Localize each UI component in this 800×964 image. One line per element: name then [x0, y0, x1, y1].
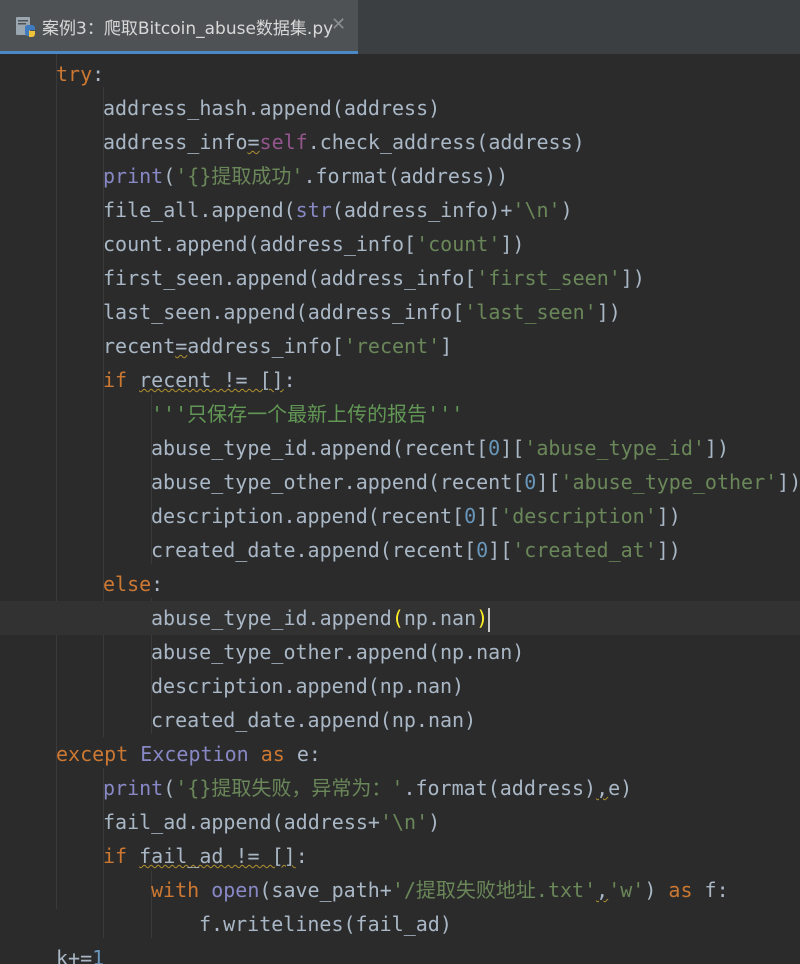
code-line: file_all.append(str(address_info)+'\n')	[103, 198, 573, 222]
code-line: f.writelines(fail_ad)	[199, 912, 452, 936]
code-line: else:	[103, 572, 164, 596]
code-line: print('{}提取失败，异常为：'.format(address),e)	[103, 776, 633, 800]
code-line: '''只保存一个最新上传的报告'''	[151, 397, 463, 431]
code-line: try:	[56, 62, 105, 86]
code-line: last_seen.append(address_info['last_seen…	[103, 300, 621, 324]
tab-title: 案例3：爬取Bitcoin_abuse数据集.py	[42, 19, 334, 39]
code-line: created_date.append(np.nan)	[151, 708, 477, 732]
code-line: count.append(address_info['count'])	[103, 232, 525, 256]
code-line: recent=address_info['recent']	[103, 334, 453, 358]
code-line: address_hash.append(address)	[103, 96, 441, 120]
code-editor[interactable]: try: address_hash.append(address) addres…	[0, 54, 800, 964]
code-line: abuse_type_id.append(recent[0]['abuse_ty…	[151, 436, 730, 460]
python-file-icon	[16, 17, 35, 37]
code-line: abuse_type_other.append(recent[0]['abuse…	[151, 470, 800, 494]
code-line: fail_ad.append(address+'\n')	[103, 810, 441, 834]
code-line: description.append(np.nan)	[151, 674, 465, 698]
text-cursor	[488, 607, 491, 632]
code-line: created_date.append(recent[0]['created_a…	[151, 538, 681, 562]
code-line: if recent != []:	[103, 368, 296, 392]
indent-guide	[56, 54, 57, 909]
editor-tab-active[interactable]: 案例3：爬取Bitcoin_abuse数据集.py ✕	[0, 0, 358, 54]
code-line: description.append(recent[0]['descriptio…	[151, 504, 681, 528]
lint-warning: =	[247, 130, 260, 154]
code-line: first_seen.append(address_info['first_se…	[103, 266, 645, 290]
lint-warning: fail_ad != []	[139, 844, 296, 868]
matched-brace: )	[476, 606, 489, 630]
code-line: with open(save_path+'/提取失败地址.txt','w') a…	[151, 878, 729, 902]
lint-warning: recent != []	[139, 368, 284, 392]
code-line: print('{}提取成功'.format(address))	[103, 164, 509, 188]
code-line: if fail_ad != []:	[103, 844, 308, 868]
matched-brace: (	[391, 606, 404, 630]
code-line: except Exception as e:	[56, 742, 321, 766]
lint-warning: ,	[596, 776, 609, 800]
code-line: k+=1	[56, 946, 105, 964]
lint-warning: =	[175, 334, 188, 358]
code-line: abuse_type_other.append(np.nan)	[151, 640, 525, 664]
tab-close-icon[interactable]: ✕	[331, 14, 346, 35]
editor-tab-bar: 案例3：爬取Bitcoin_abuse数据集.py ✕	[0, 0, 800, 54]
lint-warning: ,	[596, 878, 609, 902]
keyword: try	[56, 62, 93, 86]
current-code-line: abuse_type_id.append(np.nan)	[0, 601, 800, 635]
code-line: address_info=self.check_address(address)	[103, 130, 585, 154]
docstring: '''只保存一个最新上传的报告'''	[151, 402, 464, 426]
